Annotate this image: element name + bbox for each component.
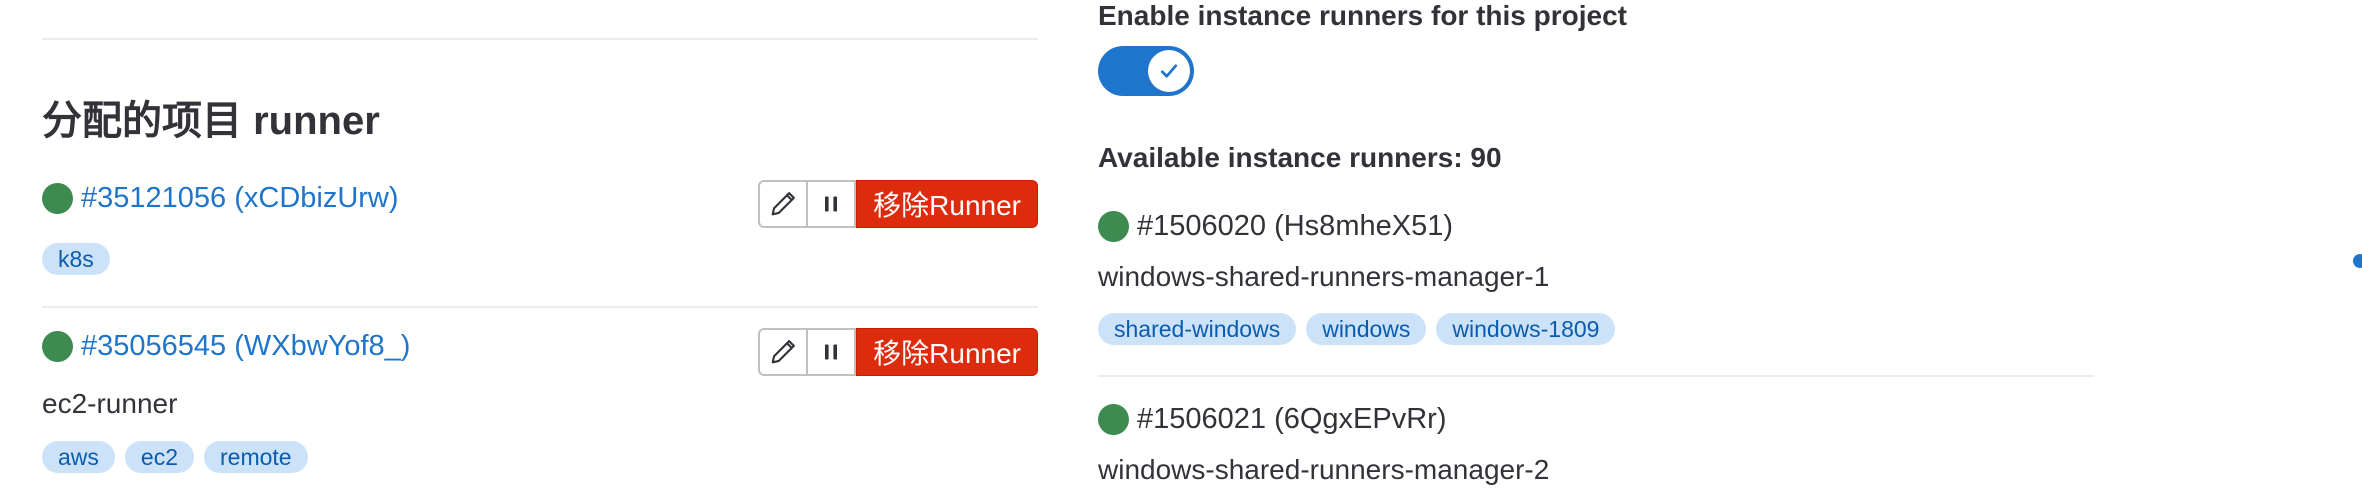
runner-id: #1506020 (Hs8mheX51) <box>1137 210 1453 242</box>
tag: windows <box>1306 313 1427 345</box>
tag: remote <box>204 441 308 473</box>
runner-description: ec2-runner <box>42 388 178 419</box>
assigned-runners-section: 分配的项目 runner #35121056 (xCDbizUrw) 移除Run… <box>42 0 1038 498</box>
available-runners-count: Available instance runners: 90 <box>1098 142 1502 173</box>
runner-link[interactable]: #35056545 (WXbwYof8_) <box>81 330 410 363</box>
runner-actions: 移除Runner <box>758 180 1038 228</box>
tag: shared-windows <box>1098 313 1297 345</box>
runner-tags: k8s <box>42 243 110 275</box>
runner-header: #35056545 (WXbwYof8_) <box>42 330 410 363</box>
edit-button[interactable] <box>758 180 809 228</box>
pause-icon <box>825 344 838 360</box>
divider <box>1098 375 2094 377</box>
tag: k8s <box>42 243 110 275</box>
pause-button[interactable] <box>808 180 857 228</box>
runner-id: #1506021 (6QgxEPvRr) <box>1137 403 1447 435</box>
runner-actions: 移除Runner <box>758 328 1038 376</box>
tag: ec2 <box>124 441 194 473</box>
remove-runner-button[interactable]: 移除Runner <box>856 328 1038 376</box>
divider <box>42 306 1038 308</box>
status-online-icon <box>42 331 73 362</box>
check-icon <box>1160 64 1178 78</box>
runner-tags: shared-windows windows windows-1809 <box>1098 313 1616 345</box>
runner-header: #35121056 (xCDbizUrw) <box>42 182 399 215</box>
tag: aws <box>42 441 115 473</box>
instance-runners-toggle[interactable] <box>1098 46 1194 96</box>
pause-icon <box>825 196 838 212</box>
toggle-knob <box>1148 50 1190 92</box>
section-title: 分配的项目 runner <box>42 99 380 143</box>
runner-description: windows-shared-runners-manager-1 <box>1098 261 1550 292</box>
remove-runner-button[interactable]: 移除Runner <box>856 180 1038 228</box>
edit-button[interactable] <box>758 328 809 376</box>
pencil-icon <box>771 340 796 364</box>
runner-description: windows-shared-runners-manager-2 <box>1098 454 1550 485</box>
runner-header: #1506021 (6QgxEPvRr) <box>1098 403 1447 436</box>
runner-link[interactable]: #35121056 (xCDbizUrw) <box>81 182 399 215</box>
scroll-indicator <box>2353 254 2362 268</box>
instance-runners-section: Enable instance runners for this project… <box>1098 0 2094 498</box>
toggle-label: Enable instance runners for this project <box>1098 0 1628 31</box>
status-online-icon <box>1098 404 1129 435</box>
tag: windows-1809 <box>1436 313 1616 345</box>
status-online-icon <box>42 183 73 214</box>
pencil-icon <box>771 192 796 216</box>
status-online-icon <box>1098 211 1129 242</box>
runner-tags: aws ec2 remote <box>42 441 308 473</box>
divider <box>42 38 1038 40</box>
runner-header: #1506020 (Hs8mheX51) <box>1098 210 1453 243</box>
pause-button[interactable] <box>808 328 857 376</box>
